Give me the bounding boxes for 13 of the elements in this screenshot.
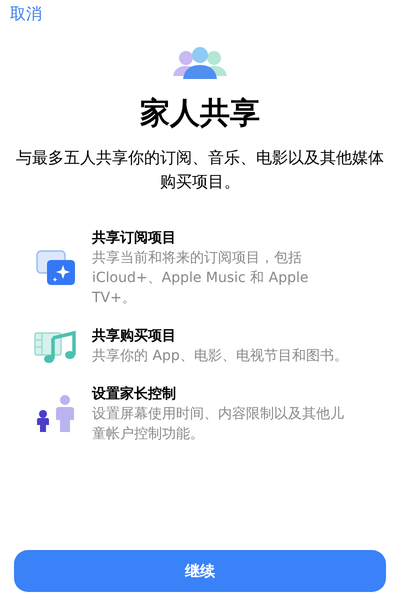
cancel-button[interactable]: 取消 xyxy=(10,3,42,25)
feature-description: 设置屏幕使用时间、内容限制以及其他儿童帐户控制功能。 xyxy=(92,405,345,444)
feature-title: 共享订阅项目 xyxy=(92,228,177,248)
feature-description: 共享你的 App、电影、电视节目和图书。 xyxy=(92,347,349,366)
subtitle: 与最多五人共享你的订阅、音乐、电影以及其他媒体购买项目。 xyxy=(15,147,385,193)
family-group-icon xyxy=(171,46,229,80)
feature-description: 共享当前和将来的订阅项目，包括 iCloud+、Apple Music 和 Apple TV+。 xyxy=(92,249,310,308)
continue-button[interactable]: 继续 xyxy=(14,550,386,592)
title: 家人共享 xyxy=(139,95,261,133)
feature-title: 共享购买项目 xyxy=(92,326,177,346)
sparkle-card-icon xyxy=(36,250,76,286)
feature-title: 设置家长控制 xyxy=(92,384,177,404)
film-music-icon xyxy=(34,328,78,364)
